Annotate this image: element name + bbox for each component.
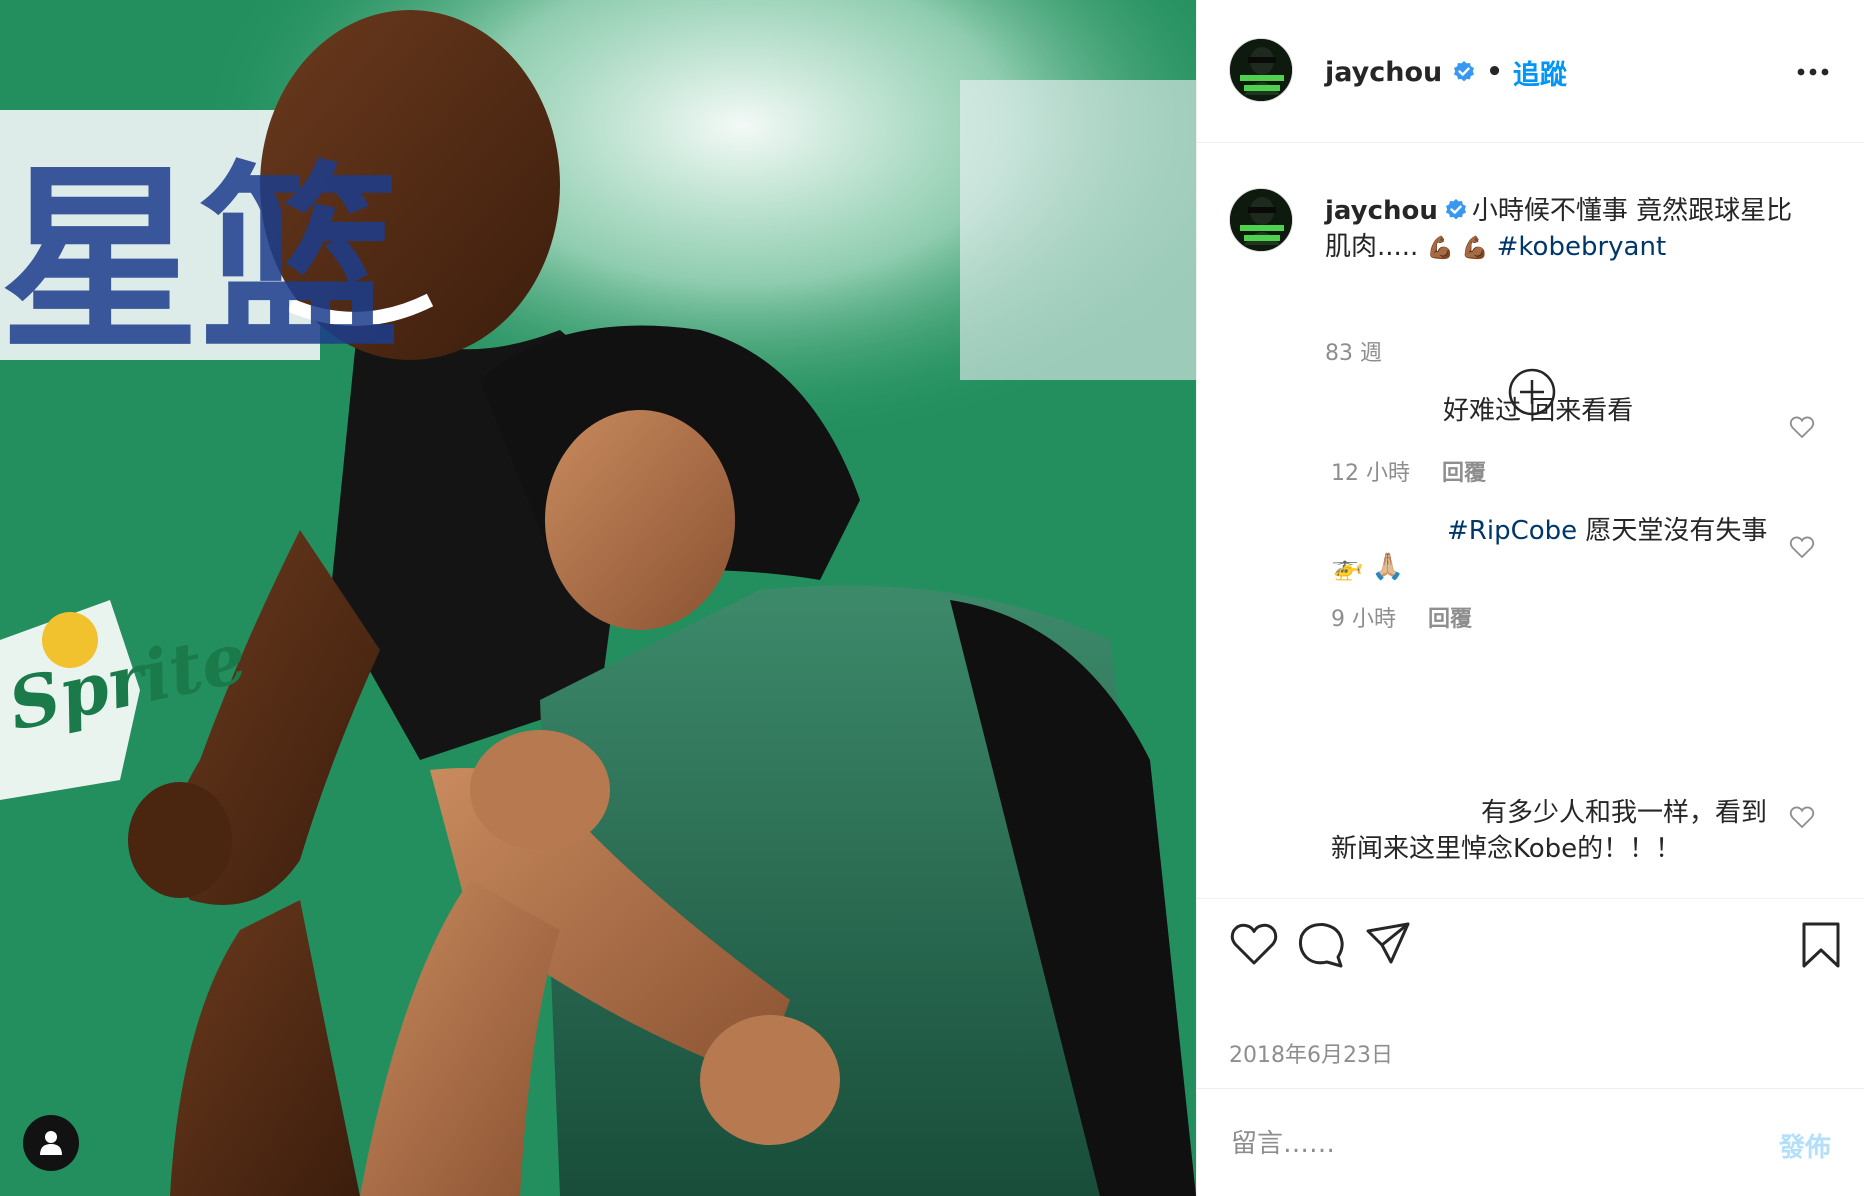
verified-badge-icon	[1445, 199, 1466, 220]
caption-username[interactable]: jaychou	[1325, 196, 1438, 226]
green-hornet-avatar-image	[1230, 39, 1292, 101]
share-icon[interactable]	[1365, 921, 1411, 967]
comment-icon[interactable]	[1297, 921, 1345, 969]
heart-icon[interactable]	[1789, 415, 1815, 439]
add-comment-bar: 發佈	[1197, 1088, 1864, 1196]
post-header: jaychou • 追蹤	[1197, 0, 1864, 143]
user-icon	[40, 1131, 62, 1155]
reply-button[interactable]: 回覆	[1428, 601, 1472, 633]
reply-button[interactable]: 回覆	[1442, 455, 1486, 487]
banner-text: 星篮	[0, 145, 400, 378]
caption-avatar[interactable]	[1229, 188, 1293, 252]
avatar[interactable]	[1229, 38, 1293, 102]
more-options-button[interactable]	[1793, 58, 1833, 86]
comments-list[interactable]: jaychou 小時候不懂事 竟然跟球星比肌肉..... 💪🏾 💪🏾 #kobeb…	[1197, 143, 1864, 898]
caption-hashtag[interactable]: #kobebryant	[1497, 232, 1667, 262]
comment-meta: 12 小時 回覆	[1331, 455, 1486, 487]
user-tag-button[interactable]	[23, 1115, 79, 1171]
caption-body: jaychou 小時候不懂事 竟然跟球星比肌肉..... 💪🏾 💪🏾 #kobeb…	[1325, 193, 1795, 267]
post-actions: 2018年6月23日	[1197, 898, 1864, 1088]
flexed-biceps-emoji: 💪🏾 💪🏾	[1426, 236, 1489, 261]
green-hornet-avatar-image	[1230, 189, 1292, 251]
heart-icon[interactable]	[1229, 921, 1279, 967]
comment-text: 有多少人和我一样，看到新闻来这里悼念Kobe的！！！	[1331, 798, 1768, 864]
verified-badge-icon	[1454, 61, 1475, 82]
comment-meta: 9 小時 回覆	[1331, 601, 1472, 633]
comment-timestamp[interactable]: 12 小時	[1331, 455, 1410, 487]
more-horizontal-icon	[1797, 68, 1829, 76]
bookmark-icon[interactable]	[1801, 921, 1841, 969]
follow-button[interactable]: 追蹤	[1513, 53, 1567, 92]
header-username[interactable]: jaychou	[1325, 57, 1442, 88]
post-date[interactable]: 2018年6月23日	[1229, 1037, 1393, 1069]
comment-text: 好难过 回来看看	[1443, 396, 1634, 426]
caption-timestamp[interactable]: 83 週	[1325, 335, 1382, 367]
separator-dot: •	[1486, 57, 1503, 87]
heart-icon[interactable]	[1789, 535, 1815, 559]
post-photo[interactable]: 星篮 Sprite	[0, 0, 1196, 1196]
heart-icon[interactable]	[1789, 805, 1815, 829]
comment-input[interactable]	[1229, 1121, 1733, 1167]
post-image: 星篮 Sprite	[0, 0, 1196, 1196]
comment-timestamp[interactable]: 9 小時	[1331, 601, 1396, 633]
comment-body: #RipCobe 愿天堂沒有失事🚁 🙏🏼	[1331, 513, 1771, 585]
post-comment-button[interactable]: 發佈	[1779, 1127, 1831, 1164]
post-side-panel: jaychou • 追蹤 jaychou 小時候不懂事 竟然跟球星比肌肉....…	[1196, 0, 1864, 1196]
comment-hashtag[interactable]: #RipCobe	[1447, 516, 1577, 546]
